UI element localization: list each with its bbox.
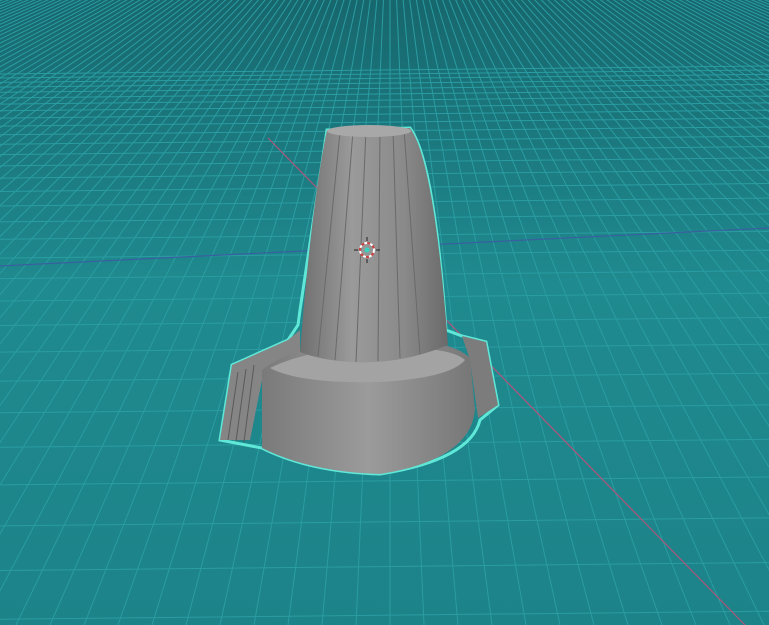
cone-top [327,125,411,137]
grid-line [0,517,769,527]
grid-line [0,610,769,620]
grid-line [0,476,769,486]
3d-viewport[interactable] [0,0,769,625]
grid-line [0,562,769,572]
viewport-canvas[interactable] [0,0,769,625]
selected-mesh-object[interactable] [218,125,500,476]
grid-line [0,102,769,112]
cone-body [300,128,448,363]
